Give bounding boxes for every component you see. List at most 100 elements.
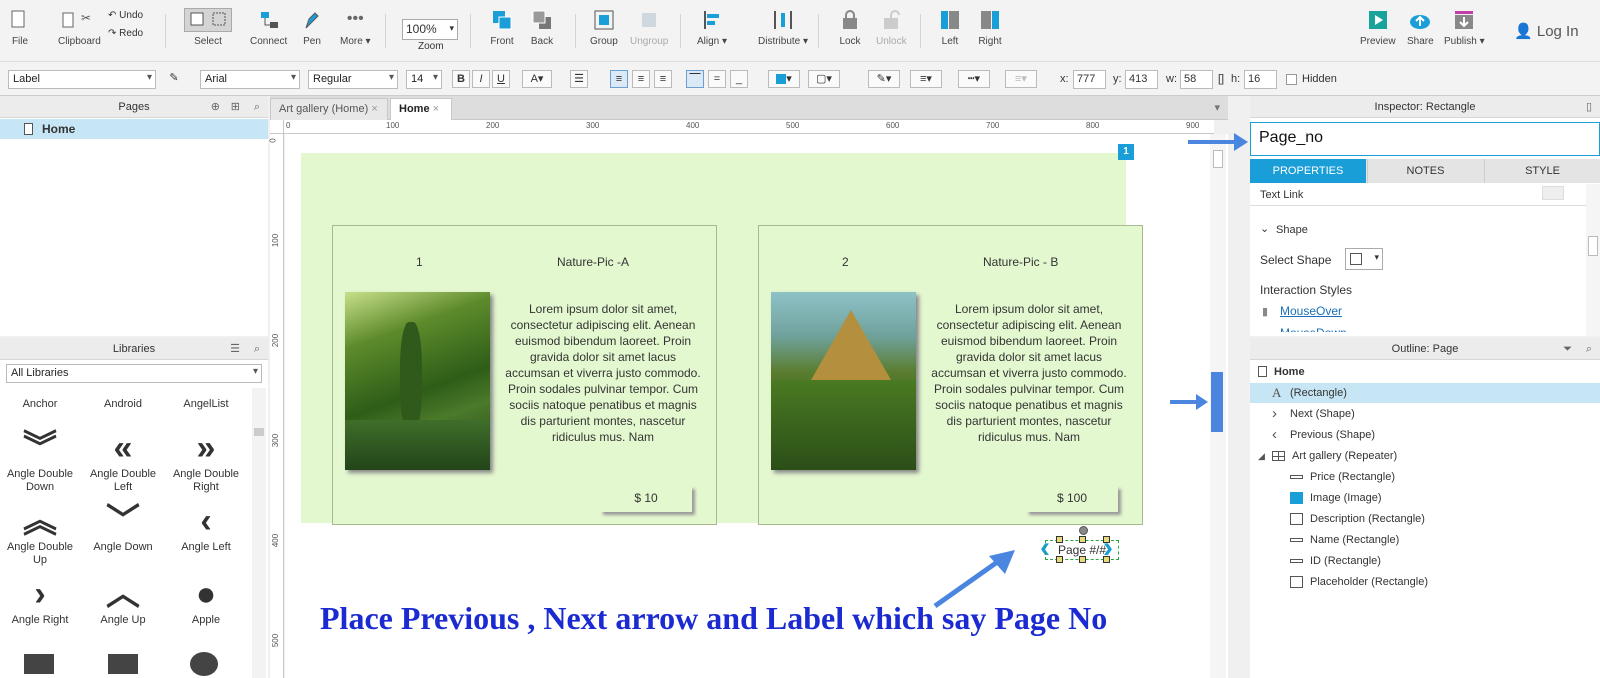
tab-menu-icon[interactable]: ▾	[1214, 101, 1220, 114]
chevron-down-icon[interactable]: ⌄	[1260, 222, 1269, 235]
arrow-style-button[interactable]: ≡▾	[1005, 70, 1037, 88]
front-button[interactable]: Front	[490, 8, 514, 47]
font-color-button[interactable]: A▾	[522, 70, 552, 88]
connect-button[interactable]: Connect	[250, 8, 287, 47]
outline-item-home[interactable]: Home	[1250, 362, 1600, 382]
line-color-button[interactable]: ✎▾	[868, 70, 900, 88]
w-input[interactable]: 58	[1180, 70, 1213, 89]
outline-item-rectangle[interactable]: A (Rectangle)	[1250, 383, 1600, 403]
mousedown-link[interactable]: MouseDown	[1280, 326, 1347, 332]
tab-art-gallery[interactable]: Art gallery (Home) ×	[270, 98, 388, 120]
outline-item-id[interactable]: ID (Rectangle)	[1250, 551, 1600, 571]
search-icon[interactable]: ⌕	[254, 338, 260, 360]
valign-top-button[interactable]: ⎺	[686, 70, 704, 88]
outline-item-price[interactable]: Price (Rectangle)	[1250, 467, 1600, 487]
preview-button[interactable]: Preview	[1360, 8, 1396, 47]
outline-item-image[interactable]: Image (Image)	[1250, 488, 1600, 508]
library-item[interactable]: ︿ Angle Up	[83, 574, 163, 627]
notes-icon[interactable]: ▯	[1586, 96, 1592, 118]
ungroup-button[interactable]: Ungroup	[630, 8, 668, 47]
bold-button[interactable]: B	[452, 70, 470, 88]
bullet-list-button[interactable]: ☰	[570, 70, 588, 88]
outline-item-name[interactable]: Name (Rectangle)	[1250, 530, 1600, 550]
card-image[interactable]	[771, 292, 916, 470]
filter-icon[interactable]: ⏷	[1563, 338, 1572, 360]
rotate-handle[interactable]	[1079, 526, 1088, 535]
add-page-icon[interactable]: ⊕	[211, 96, 220, 118]
tab-properties[interactable]: PROPERTIES	[1250, 159, 1366, 183]
style-select[interactable]: Label	[8, 70, 156, 89]
menu-icon[interactable]: ☰	[230, 338, 240, 360]
resize-handle[interactable]	[1103, 556, 1110, 563]
line-style-button[interactable]: ┅▾	[958, 70, 990, 88]
valign-bottom-button[interactable]: _	[730, 70, 748, 88]
add-folder-icon[interactable]: ⊞	[231, 96, 240, 118]
back-button[interactable]: Back	[530, 8, 554, 47]
h-input[interactable]: 16	[1244, 70, 1277, 89]
login-button[interactable]: 👤 Log In	[1514, 22, 1579, 40]
right-button[interactable]: Right	[978, 8, 1002, 47]
close-icon[interactable]: ×	[433, 103, 439, 115]
shape-section-title[interactable]: Shape	[1276, 224, 1308, 236]
underline-button[interactable]: U	[492, 70, 510, 88]
library-item[interactable]: «Angle Double Left	[83, 428, 163, 494]
select-button[interactable]: Select	[178, 8, 238, 47]
lock-ratio-icon[interactable]: []	[1218, 73, 1224, 85]
library-select[interactable]: All Libraries	[6, 364, 262, 383]
inspector-scrollbar[interactable]	[1586, 184, 1600, 336]
outline-item-placeholder[interactable]: Placeholder (Rectangle)	[1250, 572, 1600, 592]
share-button[interactable]: Share	[1407, 8, 1434, 47]
resize-handle[interactable]	[1056, 536, 1063, 543]
line-weight-button[interactable]: ≡▾	[910, 70, 942, 88]
outline-item-description[interactable]: Description (Rectangle)	[1250, 509, 1600, 529]
lock-button[interactable]: Lock	[838, 8, 862, 47]
design-canvas[interactable]: 1 1 Nature-Pic -A Lorem ipsum dolor sit …	[285, 134, 1228, 678]
unlock-button[interactable]: Unlock	[876, 8, 907, 47]
file-button[interactable]: File	[8, 8, 32, 47]
collapse-icon[interactable]: ◢	[1258, 446, 1265, 466]
distribute-button[interactable]: Distribute ▾	[758, 8, 808, 47]
library-item[interactable]: Anchor	[0, 388, 80, 411]
card-image[interactable]	[345, 292, 490, 470]
close-icon[interactable]: ×	[371, 103, 377, 115]
undo-button[interactable]: ↶ Undo	[108, 10, 143, 21]
resize-handle[interactable]	[1103, 536, 1110, 543]
page-item-home[interactable]: Home	[0, 119, 268, 139]
outline-item-previous[interactable]: ‹ Previous (Shape)	[1250, 425, 1600, 445]
library-item[interactable]: ︽ Angle Double Up	[0, 501, 80, 567]
library-item[interactable]: » Angle Double Right	[166, 428, 246, 494]
outline-item-next[interactable]: › Next (Shape)	[1250, 404, 1600, 424]
align-center-button[interactable]: ≡	[632, 70, 650, 88]
clipboard-button[interactable]: ✂ Clipboard	[58, 8, 101, 47]
resize-handle[interactable]	[1079, 556, 1086, 563]
italic-button[interactable]: I	[472, 70, 490, 88]
valign-middle-button[interactable]: =	[708, 70, 726, 88]
align-left-button[interactable]: ≡	[610, 70, 628, 88]
more-button[interactable]: ••• More ▾	[340, 8, 371, 47]
tab-home[interactable]: Home ×	[390, 98, 452, 120]
tab-notes[interactable]: NOTES	[1367, 159, 1483, 183]
resize-handle[interactable]	[1056, 556, 1063, 563]
search-icon[interactable]: ⌕	[254, 96, 260, 118]
gallery-card[interactable]: 2 Nature-Pic - B Lorem ipsum dolor sit a…	[758, 225, 1143, 525]
align-button[interactable]: Align ▾	[697, 8, 727, 47]
weight-select[interactable]: Regular	[308, 70, 398, 89]
tab-style[interactable]: STYLE	[1484, 159, 1600, 183]
zoom-select[interactable]: 100% ▾	[402, 19, 458, 40]
x-input[interactable]: 777	[1073, 70, 1106, 89]
shape-select[interactable]: ▾	[1345, 248, 1383, 270]
text-link-button[interactable]	[1542, 186, 1564, 200]
library-item[interactable]: Android	[83, 388, 163, 411]
align-right-button[interactable]: ≡	[654, 70, 672, 88]
shadow-button[interactable]: ▢▾	[808, 70, 840, 88]
size-select[interactable]: 14	[406, 70, 442, 89]
library-item[interactable]: ︾ Angle Double Down	[0, 428, 80, 494]
pen-button[interactable]: Pen	[300, 8, 324, 47]
library-item[interactable]: AngelList	[166, 388, 246, 411]
hidden-checkbox[interactable]	[1286, 74, 1297, 85]
y-input[interactable]: 413	[1125, 70, 1158, 89]
library-scrollbar[interactable]	[252, 388, 266, 678]
font-select[interactable]: Arial	[200, 70, 300, 89]
redo-button[interactable]: ↷ Redo	[108, 28, 143, 39]
library-item[interactable]: › Angle Right	[0, 574, 80, 627]
